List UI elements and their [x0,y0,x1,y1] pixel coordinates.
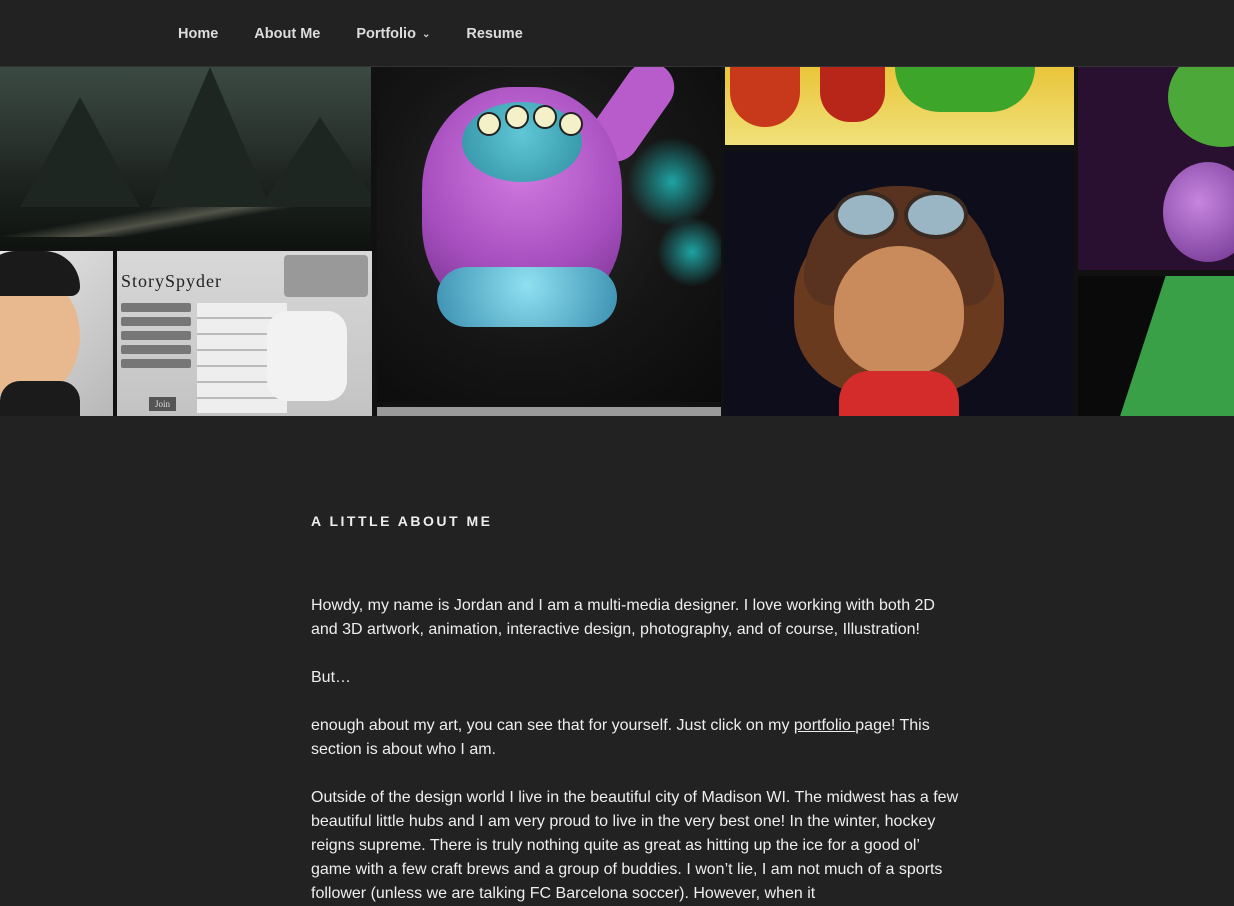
nav-item-resume-label: Resume [466,25,523,42]
top-navigation: Home About Me Portfolio ⌄ Resume [0,0,1234,67]
portfolio-paragraph-text-before: enough about my art, you can see that fo… [311,717,794,734]
chevron-down-icon[interactable]: ⌄ [422,29,430,40]
hero-header-image: StorySpyder Join [0,67,1234,416]
nav-item-portfolio-label: Portfolio [356,25,416,42]
intro-paragraph: Howdy, my name is Jordan and I am a mult… [311,597,935,638]
nav-item-resume[interactable]: Resume [448,26,540,42]
main-menu: Home About Me Portfolio ⌄ Resume [160,0,541,67]
green-creature-artwork [1078,67,1234,270]
artwork-strip [377,407,721,416]
storyspyder-join-label: Join [149,397,177,411]
storyspyder-website-artwork: StorySpyder Join [117,251,372,416]
green-shape-artwork [1078,276,1234,416]
portfolio-link[interactable]: portfolio [794,717,855,734]
portrait-artwork [0,251,113,416]
landscape-artwork [0,67,371,247]
aviator-girl-artwork [724,151,1074,416]
graffiti-letters-artwork [725,67,1074,145]
but-paragraph: But… [311,669,352,686]
madison-paragraph: Outside of the design world I live in th… [311,789,959,902]
section-title: A LITTLE ABOUT ME [311,513,493,529]
nav-item-about-me-label: About Me [254,25,321,42]
nav-item-home-label: Home [178,25,219,42]
portfolio-paragraph: enough about my art, you can see that fo… [311,714,961,762]
nav-item-about-me[interactable]: About Me [236,26,338,42]
about-section: A LITTLE ABOUT ME Howdy, my name is Jord… [311,513,961,902]
storyspyder-logo: StorySpyder [121,271,222,291]
nav-item-home[interactable]: Home [160,26,236,42]
nav-item-portfolio[interactable]: Portfolio ⌄ [338,26,448,42]
purple-monster-artwork [377,67,721,402]
